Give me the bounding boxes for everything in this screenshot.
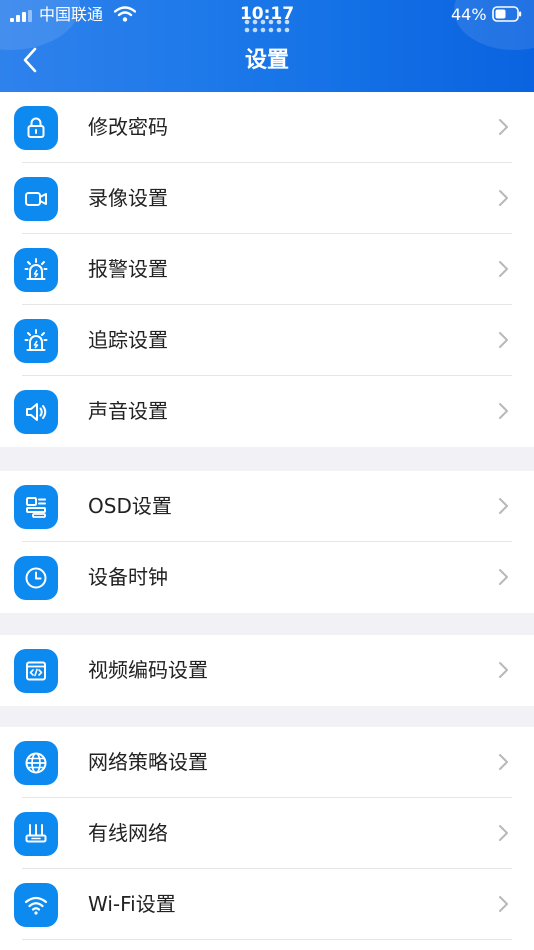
menu-item-video-encoding-settings[interactable]: 视频编码设置 (0, 635, 534, 706)
menu-item-label: 录像设置 (88, 186, 168, 210)
menu-item-change-password[interactable]: 修改密码 (0, 92, 534, 163)
menu-item-osd-settings[interactable]: OSD设置 (0, 471, 534, 542)
settings-group-video: 视频编码设置 (0, 635, 534, 706)
header-bar: 中国联通 10:17 44% 设置 (0, 0, 534, 92)
chevron-right-icon (499, 754, 508, 770)
menu-item-wired-network[interactable]: 有线网络 (0, 798, 534, 869)
menu-item-label: 网络策略设置 (88, 750, 208, 774)
chevron-right-icon (499, 896, 508, 912)
chevron-right-icon (499, 190, 508, 206)
chevron-right-icon (499, 119, 508, 135)
loading-dots-icon (244, 19, 290, 33)
menu-item-label: 视频编码设置 (88, 658, 208, 682)
chevron-right-icon (499, 403, 508, 419)
status-bar: 中国联通 10:17 44% (0, 0, 534, 33)
chevron-right-icon (499, 332, 508, 348)
router-icon (14, 812, 58, 856)
chevron-right-icon (499, 261, 508, 277)
video-camera-icon (14, 177, 58, 221)
menu-item-label: 修改密码 (88, 115, 168, 139)
settings-group-display: OSD设置 设备时钟 (0, 471, 534, 613)
menu-item-label: Wi-Fi设置 (88, 892, 176, 916)
battery-percent: 44% (451, 5, 487, 24)
menu-item-label: OSD设置 (88, 494, 172, 518)
globe-icon (14, 741, 58, 785)
wifi-icon (14, 883, 58, 927)
lock-icon (14, 106, 58, 150)
menu-item-sound-settings[interactable]: 声音设置 (0, 376, 534, 447)
menu-item-label: 有线网络 (88, 821, 168, 845)
menu-item-alarm-settings[interactable]: 报警设置 (0, 234, 534, 305)
clock-icon (14, 556, 58, 600)
battery-icon (492, 6, 522, 22)
menu-item-wifi-settings[interactable]: Wi-Fi设置 (0, 869, 534, 940)
chevron-right-icon (499, 569, 508, 585)
alarm-icon (14, 319, 58, 363)
chevron-right-icon (499, 662, 508, 678)
menu-item-label: 设备时钟 (88, 565, 168, 589)
page-title: 设置 (244, 48, 289, 73)
code-window-icon (14, 649, 58, 693)
menu-item-label: 追踪设置 (88, 328, 168, 352)
row-divider (22, 939, 512, 940)
settings-group-network: 网络策略设置 有线网络 Wi-Fi设置 (0, 727, 534, 950)
menu-item-network-policy-settings[interactable]: 网络策略设置 (0, 727, 534, 798)
menu-item-tracking-settings[interactable]: 追踪设置 (0, 305, 534, 376)
alarm-icon (14, 248, 58, 292)
menu-item-label: 报警设置 (88, 257, 168, 281)
osd-layout-icon (14, 485, 58, 529)
chevron-right-icon (499, 498, 508, 514)
menu-item-recording-settings[interactable]: 录像设置 (0, 163, 534, 234)
chevron-right-icon (499, 825, 508, 841)
speaker-icon (14, 390, 58, 434)
menu-item-label: 声音设置 (88, 399, 168, 423)
menu-item-device-clock[interactable]: 设备时钟 (0, 542, 534, 613)
settings-group-general: 修改密码 录像设置 报警设置 追踪设置 声音设置 (0, 92, 534, 447)
